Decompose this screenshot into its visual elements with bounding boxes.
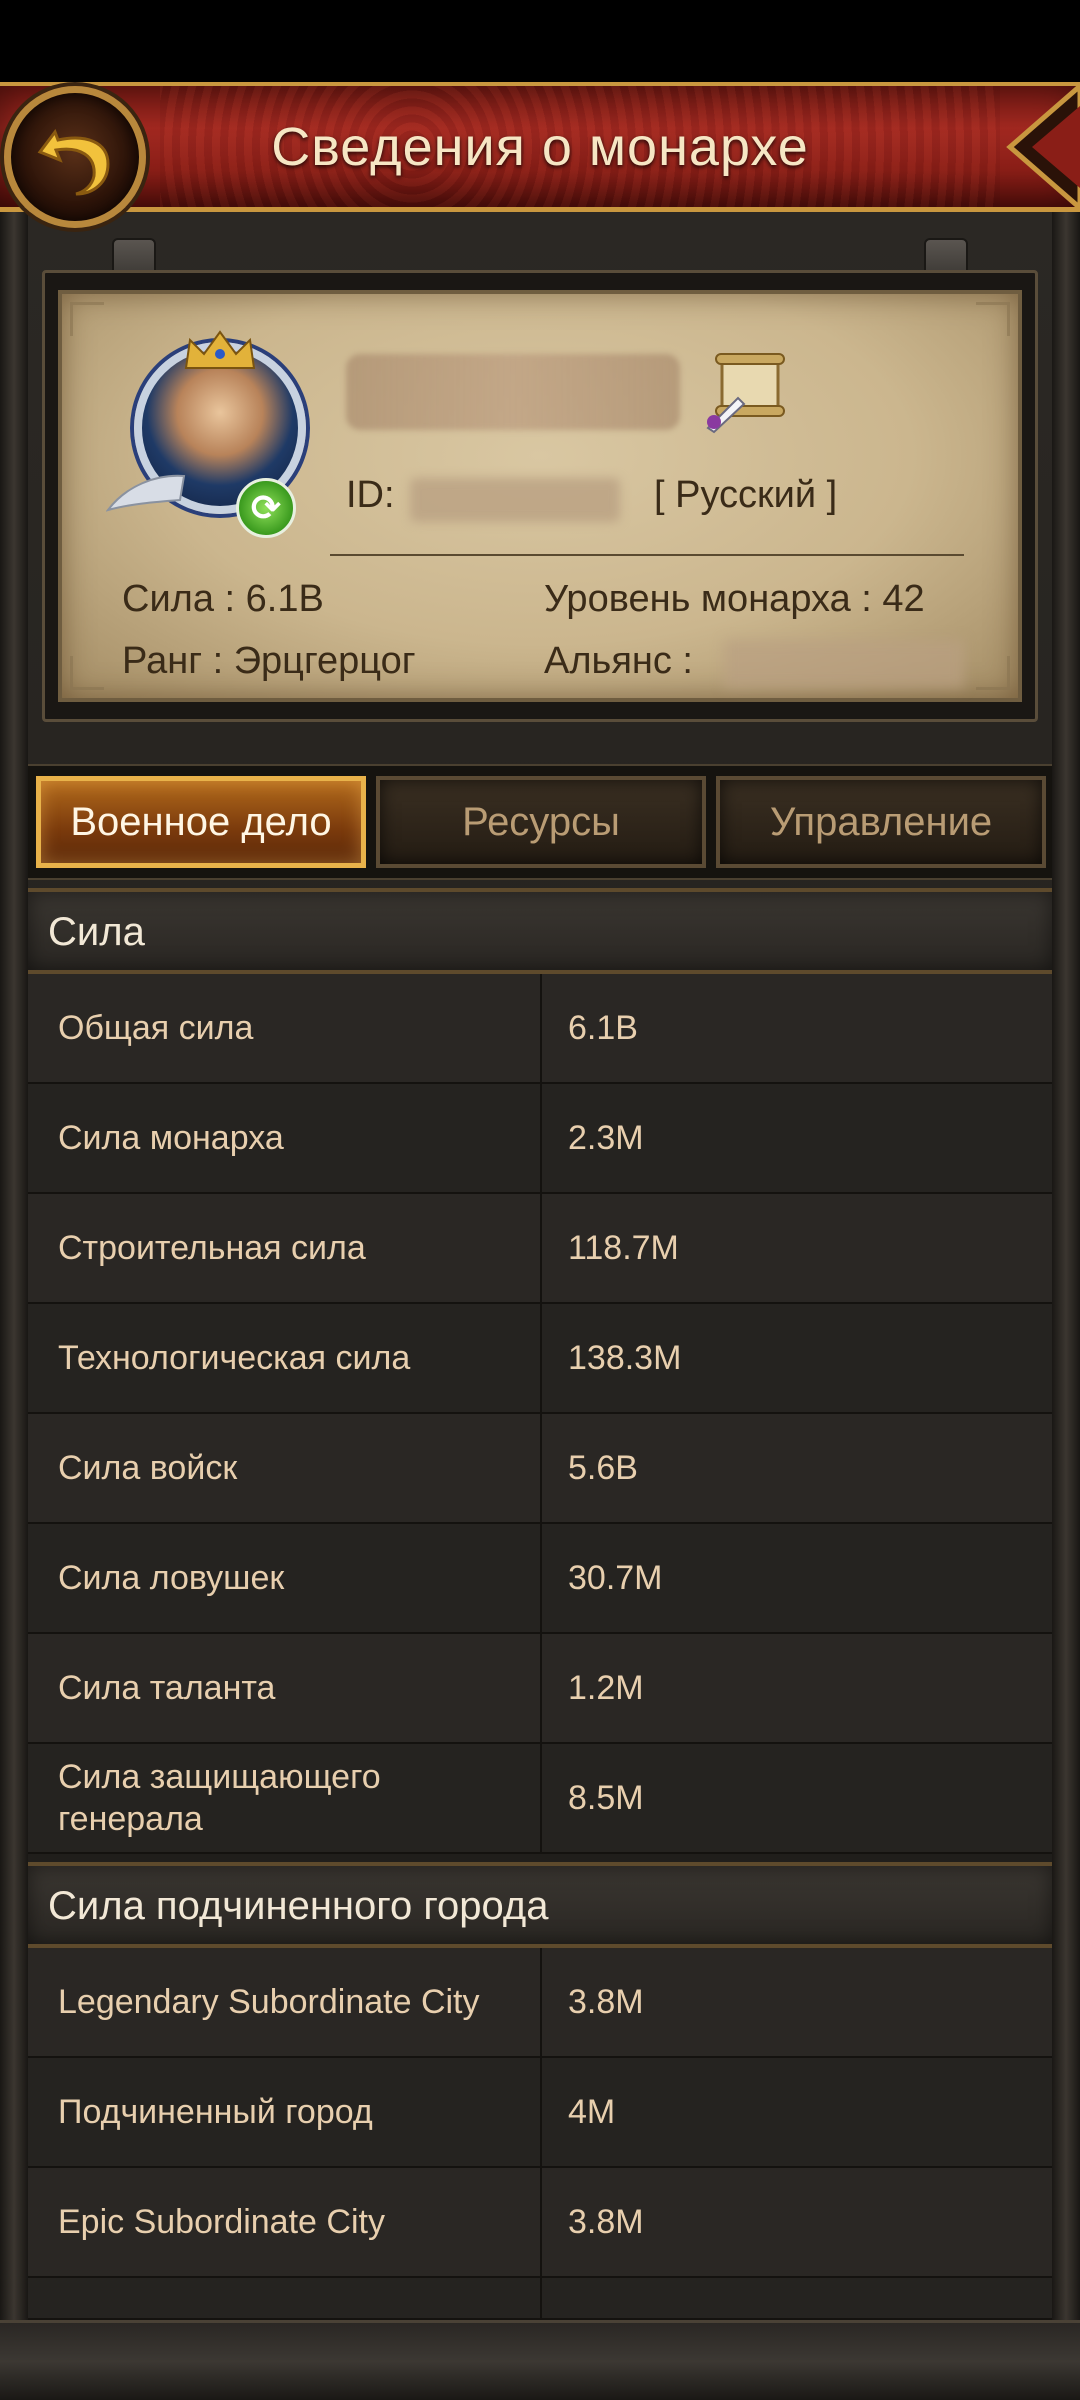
row-value: 4M <box>568 2092 616 2131</box>
frame-pillar-left <box>0 212 28 2400</box>
row-label: Epic Subordinate City <box>58 2203 385 2241</box>
section-title: Сила подчиненного города <box>48 1884 549 1928</box>
row-value: 6.1B <box>568 1008 638 1047</box>
row-label: Технологическая сила <box>58 1339 411 1377</box>
row-label: Legendary Subordinate City <box>58 1983 480 2021</box>
alliance-name-hidden <box>724 640 964 688</box>
bottom-frame <box>0 2320 1080 2400</box>
card-corner-ornament <box>976 656 1010 690</box>
refresh-icon[interactable]: ⟳ <box>236 478 296 538</box>
table-row: Подчиненный город 4M <box>28 2058 1052 2168</box>
card-corner-ornament <box>70 302 104 336</box>
power-table: Общая сила 6.1B Сила монарха 2.3M Строит… <box>28 974 1052 1854</box>
back-button[interactable] <box>4 86 146 228</box>
table-row: Общая сила 6.1B <box>28 974 1052 1084</box>
table-row: Сила защищающего генерала 8.5M <box>28 1744 1052 1854</box>
table-row: Сила монарха 2.3M <box>28 1084 1052 1194</box>
column-divider <box>540 1414 542 1522</box>
card-corner-ornament <box>70 656 104 690</box>
title-banner: Сведения о монархе <box>0 82 1080 212</box>
table-row: Сила таланта 1.2M <box>28 1634 1052 1744</box>
row-value: 138.3M <box>568 1338 682 1377</box>
table-row: Epic Subordinate City 3.8M <box>28 2168 1052 2278</box>
column-divider <box>540 2278 542 2318</box>
row-value: 3.8M <box>568 1982 644 2021</box>
row-value: 5.6B <box>568 1448 638 1487</box>
column-divider <box>540 974 542 1082</box>
page-title: Сведения о монархе <box>271 117 809 177</box>
row-value: 8.5M <box>568 1778 644 1817</box>
row-value: 3.8M <box>568 2202 644 2241</box>
subordinate-city-table: Legendary Subordinate City 3.8M Подчинен… <box>28 1948 1052 2320</box>
row-value: 118.7M <box>568 1228 679 1267</box>
row-label: Сила войск <box>58 1449 238 1487</box>
monarch-level-stat: Уровень монарха : 42 <box>544 578 925 620</box>
scroll-quill-icon[interactable] <box>700 348 790 434</box>
frame-pillar-right <box>1052 212 1080 2400</box>
column-divider <box>540 2058 542 2166</box>
table-row: Строительная сила 118.7M <box>28 1194 1052 1304</box>
card-corner-ornament <box>976 302 1010 336</box>
row-label: Сила монарха <box>58 1119 284 1157</box>
tab-resources[interactable]: Ресурсы <box>376 776 706 868</box>
back-arrow-icon <box>37 128 110 196</box>
row-label: Сила защищающего генерала <box>58 1758 381 1838</box>
column-divider <box>540 1948 542 2056</box>
row-label: Общая сила <box>58 1009 254 1047</box>
column-divider <box>540 2168 542 2276</box>
column-divider <box>540 1304 542 1412</box>
status-bar <box>0 0 1080 82</box>
section-header-subordinate-city: Сила подчиненного города <box>28 1862 1052 1948</box>
column-divider <box>540 1524 542 1632</box>
row-label: Строительная сила <box>58 1229 366 1267</box>
section-title: Сила <box>48 910 145 954</box>
column-divider <box>540 1194 542 1302</box>
language-label: [ Русский ] <box>654 474 838 516</box>
player-id-hidden <box>410 478 620 522</box>
column-divider <box>540 1634 542 1742</box>
column-divider <box>540 1744 542 1852</box>
player-name-hidden <box>346 354 680 430</box>
row-value: 30.7M <box>568 1558 663 1597</box>
power-stat: Сила : 6.1B <box>122 578 324 620</box>
card-divider <box>330 554 964 556</box>
avatar[interactable]: ⟳ <box>106 326 320 546</box>
row-label: Сила таланта <box>58 1669 276 1707</box>
row-label: Сила ловушек <box>58 1559 285 1597</box>
row-value: 1.2M <box>568 1668 644 1707</box>
tab-military[interactable]: Военное дело <box>36 776 366 868</box>
rank-stat: Ранг : Эрцгерцог <box>122 640 416 682</box>
column-divider <box>540 1084 542 1192</box>
table-row: Технологическая сила 138.3M <box>28 1304 1052 1414</box>
tab-management[interactable]: Управление <box>716 776 1046 868</box>
player-id-label: ID: <box>346 474 395 516</box>
table-row: Сила ловушек 30.7M <box>28 1524 1052 1634</box>
row-value: 2.3M <box>568 1118 644 1157</box>
section-header-power: Сила <box>28 888 1052 974</box>
table-row-partial <box>28 2278 1052 2320</box>
row-label: Подчиненный город <box>58 2093 373 2131</box>
table-row: Legendary Subordinate City 3.8M <box>28 1948 1052 2058</box>
banner-arrow-ornament <box>1006 82 1080 212</box>
wing-icon <box>106 474 186 512</box>
table-row: Сила войск 5.6B <box>28 1414 1052 1524</box>
alliance-stat: Альянс : <box>544 640 693 682</box>
crown-icon <box>184 330 256 369</box>
